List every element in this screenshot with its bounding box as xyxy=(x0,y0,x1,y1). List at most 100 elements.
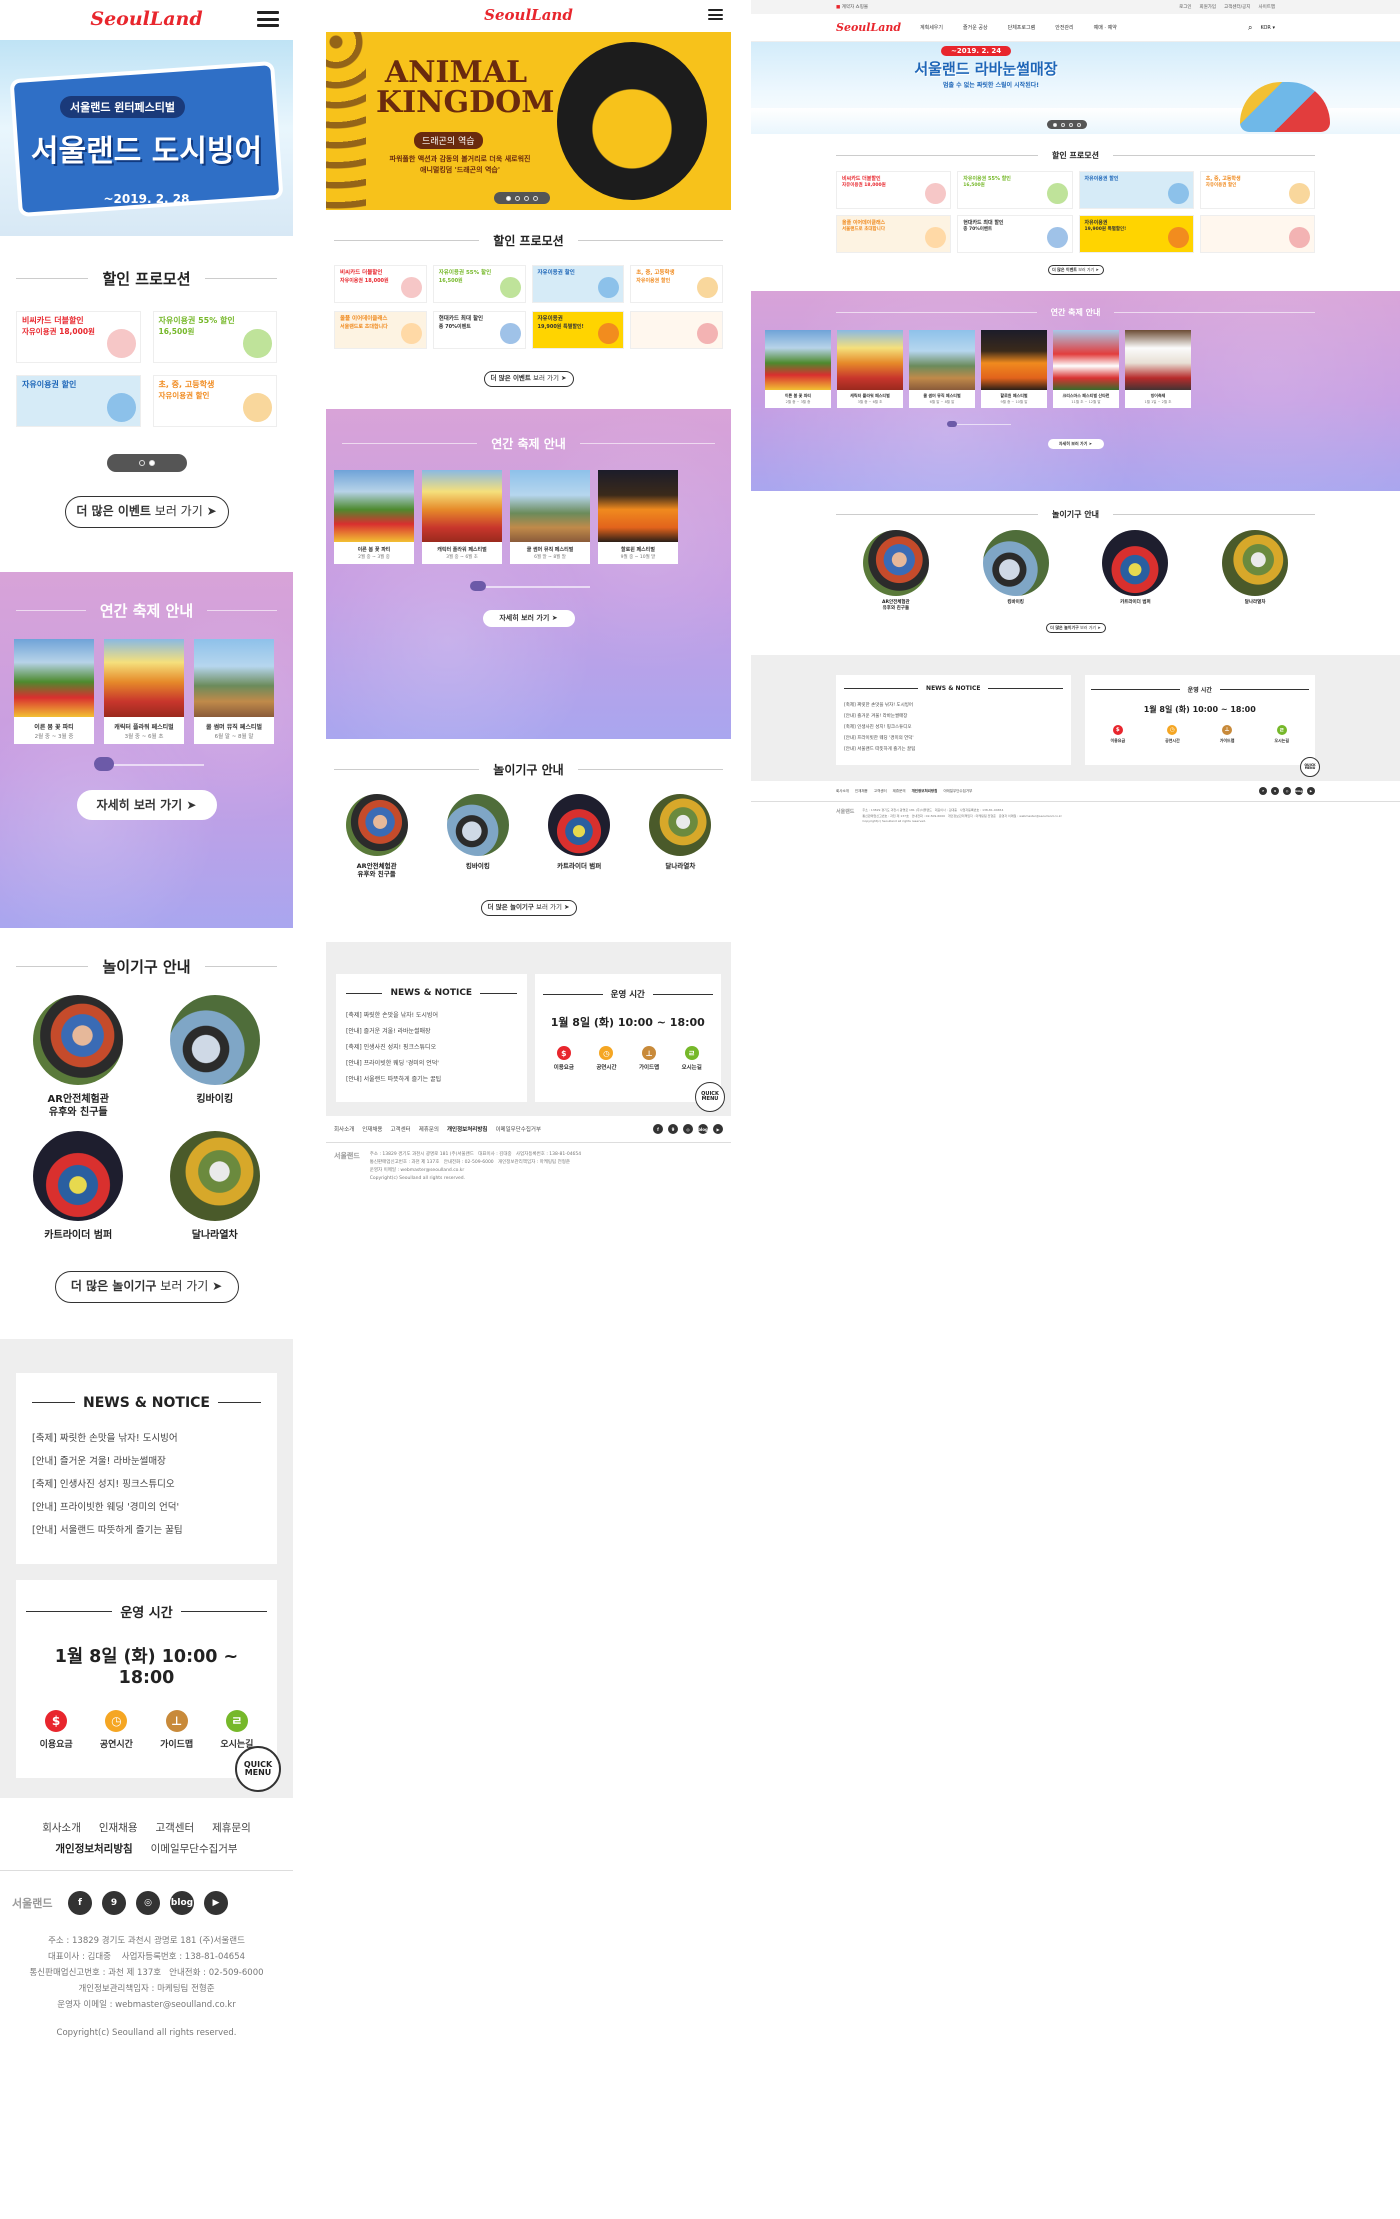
news-item[interactable]: [축제] 인생사진 성지! 핑크스튜디오 xyxy=(346,1040,517,1056)
menu-icon[interactable] xyxy=(257,11,279,27)
news-item[interactable]: [안내] 즐거운 겨울! 라바눈썰매장 xyxy=(346,1024,517,1040)
festival-detail-button[interactable]: 자세히 보러 가기 ➤ xyxy=(76,789,217,820)
ride-card[interactable]: 달나라열차 xyxy=(630,794,731,878)
more-events-button[interactable]: 더 많은 이벤트 보러 가기 ➤ xyxy=(64,496,229,528)
promo-card[interactable]: 비씨카드 더블할인 자유이용권 18,000원 xyxy=(16,311,141,363)
youtube-icon[interactable]: ▶ xyxy=(713,1124,723,1135)
promo-card[interactable]: 올플 이어데이클래스 서울랜드로 초대합니다 xyxy=(334,311,427,349)
search-icon[interactable]: ⌕ xyxy=(1248,23,1252,33)
footer-link[interactable]: 회사소개 xyxy=(334,1125,354,1133)
promo-card[interactable]: 비씨카드 더블할인 자유이용권 18,000원 xyxy=(334,265,427,303)
quick-menu-button[interactable]: QUICK MENU xyxy=(235,1745,281,1792)
footer-link[interactable]: 제휴문의 xyxy=(893,789,906,794)
hours-link[interactable]: $ 이용요금 xyxy=(554,1046,574,1071)
footer-link[interactable]: 이메일무단수집거부 xyxy=(495,1125,541,1133)
news-item[interactable]: [안내] 즐거운 겨울! 라바눈썰매장 xyxy=(844,711,1063,722)
promo-card[interactable]: 자유이용권 55% 할인 16,500원 xyxy=(432,265,526,303)
footer-link[interactable]: 회사소개 xyxy=(836,789,849,794)
footer-link[interactable]: 인재채용 xyxy=(99,1820,138,1835)
promo-pagination[interactable] xyxy=(106,454,187,472)
gnb-item[interactable]: 예매 · 예약 xyxy=(1094,24,1117,31)
footer-link[interactable]: 제휴문의 xyxy=(419,1125,439,1133)
ride-card[interactable]: 킹바이킹 xyxy=(956,530,1076,611)
kakaostory-icon[interactable]: 9 xyxy=(668,1124,678,1135)
instagram-icon[interactable]: ◎ xyxy=(1283,787,1291,796)
festival-detail-button[interactable]: 자세히 보러 가기 ➤ xyxy=(1047,439,1104,450)
festival-card[interactable]: 이른 봄 꽃 파티 2월 중 ~ 3월 중 xyxy=(14,639,94,744)
news-item[interactable]: [축제] 인생사진 성지! 핑크스튜디오 xyxy=(844,722,1063,733)
news-item[interactable]: [축제] 짜릿한 손맛을 낚자! 도시빙어 xyxy=(844,700,1063,711)
tablet-hero-banner[interactable]: ANIMAL KINGDOM 드래곤의 역습 파워풀한 액션과 감동의 볼거리로… xyxy=(326,32,731,210)
ride-card[interactable]: 달나라열차 xyxy=(1195,530,1315,611)
quick-menu-button[interactable]: QUICK MENU xyxy=(695,1082,725,1113)
ride-card[interactable]: AR안전체험관 유후와 친구들 xyxy=(836,530,956,611)
promo-card[interactable]: 초, 중, 고등학생 자유이용권 할인 xyxy=(152,375,277,427)
footer-link[interactable]: 인재채용 xyxy=(362,1125,382,1133)
promo-card[interactable] xyxy=(1199,215,1315,253)
menu-icon[interactable] xyxy=(708,9,723,20)
hours-link[interactable]: ◷ 공연시간 xyxy=(1165,725,1180,743)
more-rides-button[interactable]: 더 많은 놀이기구 보러 가기 ➤ xyxy=(480,900,577,917)
blog-icon[interactable]: blog xyxy=(1295,787,1303,796)
promo-card[interactable]: 자유이용권 55% 할인 16,500원 xyxy=(957,171,1073,209)
desktop-hero-banner[interactable]: ~2019. 2. 24 서울랜드 라바눈썰매장 멈출 수 없는 짜릿한 스릴이… xyxy=(751,42,1400,134)
site-logo[interactable]: SeoulLand xyxy=(326,0,731,30)
ride-card[interactable]: 킹바이킹 xyxy=(147,995,284,1119)
news-item[interactable]: [축제] 인생사진 성지! 핑크스튜디오 xyxy=(32,1473,261,1496)
footer-link[interactable]: 개인정보처리방침 xyxy=(447,1125,487,1133)
mobile-hero-banner[interactable]: 서울랜드 윈터페스티벌 서울랜드 도시빙어 ~2019. 2. 28 xyxy=(0,40,293,236)
top-link[interactable]: 회원가입 xyxy=(1200,4,1217,10)
hours-link[interactable]: ㄹ 오시는길 xyxy=(682,1046,702,1071)
footer-link[interactable]: 이메일무단수집거부 xyxy=(943,789,972,794)
top-link[interactable]: 고객센터/공지 xyxy=(1224,4,1250,10)
festival-detail-button[interactable]: 자세히 보러 가기 ➤ xyxy=(482,610,575,627)
more-events-button[interactable]: 더 많은 이벤트 보러 가기 ➤ xyxy=(1047,265,1104,275)
footer-link[interactable]: 고객센터 xyxy=(874,789,887,794)
festival-carousel[interactable]: 이른 봄 꽃 파티 2월 중 ~ 3월 중 캐릭터 플라워 페스티벌 3월 중 ~ 6… xyxy=(0,621,293,744)
hours-link[interactable]: ◷ 공연시간 xyxy=(100,1709,133,1750)
kakaostory-icon[interactable]: 9 xyxy=(1271,787,1279,796)
hours-link[interactable]: $ 이용요금 xyxy=(40,1709,73,1750)
news-item[interactable]: [축제] 짜릿한 손맛을 낚자! 도시빙어 xyxy=(346,1008,517,1024)
promo-card[interactable]: 비씨카드 더블할인 자유이용권 18,000원 xyxy=(836,171,952,209)
ride-card[interactable]: 카트라이더 범퍼 xyxy=(10,1131,147,1243)
promo-card[interactable]: 자유이용권 19,900원 특별할인! xyxy=(531,311,625,349)
ride-card[interactable]: 킹바이킹 xyxy=(427,794,528,878)
ride-card[interactable]: 카트라이더 범퍼 xyxy=(529,794,630,878)
gnb-item[interactable]: 즐거운 공상 xyxy=(963,24,988,31)
footer-link[interactable]: 인재채용 xyxy=(855,789,868,794)
youtube-icon[interactable]: ▶ xyxy=(204,1890,228,1915)
quick-menu-button[interactable]: QUICK MENU xyxy=(1300,757,1320,778)
hours-link[interactable]: ⊥ 가이드맵 xyxy=(639,1046,659,1071)
festival-card[interactable]: 이른 봄 꽃 파티 2월 중 ~ 3월 중 xyxy=(765,330,831,409)
facebook-icon[interactable]: f xyxy=(1259,787,1267,796)
footer-link[interactable]: 회사소개 xyxy=(42,1820,81,1835)
blog-icon[interactable]: blog xyxy=(170,1890,194,1915)
festival-card[interactable]: 크리스마스 페스티벌 산타런 11월 초 ~ 12월 말 xyxy=(1053,330,1119,409)
news-item[interactable]: [안내] 서울랜드 따뜻하게 즐기는 꿀팁 xyxy=(844,744,1063,755)
festival-pagination[interactable] xyxy=(470,581,486,591)
gnb-item[interactable]: 단체프로그램 xyxy=(1008,24,1036,31)
youtube-icon[interactable]: ▶ xyxy=(1307,787,1315,796)
festival-card[interactable]: 캐릭터 플라워 페스티벌 3월 중 ~ 6월 초 xyxy=(104,639,184,744)
festival-card[interactable]: 캐릭터 플라워 페스티벌 3월 중 ~ 6월 초 xyxy=(837,330,903,409)
promo-card[interactable] xyxy=(630,311,723,349)
kakaostory-icon[interactable]: 9 xyxy=(102,1890,126,1915)
news-item[interactable]: [안내] 즐거운 겨울! 라바눈썰매장 xyxy=(32,1450,261,1473)
promo-card[interactable]: 현대카드 최대 할인 종 70%이벤트 xyxy=(432,311,526,349)
news-item[interactable]: [축제] 짜릿한 손맛을 낚자! 도시빙어 xyxy=(32,1427,261,1450)
hero-pagination[interactable] xyxy=(1047,120,1087,129)
promo-card[interactable]: 자유이용권 할인 xyxy=(1078,171,1194,209)
festival-card[interactable]: 이른 봄 꽃 파티 2월 중 ~ 3월 중 xyxy=(334,470,414,564)
promo-card[interactable]: 초, 중, 고등학생 자유이용권 할인 xyxy=(1199,171,1315,209)
promo-card[interactable]: 초, 중, 고등학생 자유이용권 할인 xyxy=(630,265,723,303)
more-rides-button[interactable]: 더 많은 놀이기구 보러 가기 ➤ xyxy=(1045,623,1106,634)
news-item[interactable]: [안내] 프라이빗한 웨딩 '경미의 언덕' xyxy=(844,733,1063,744)
promo-card[interactable]: 현대카드 최대 할인 종 70%이벤트 xyxy=(957,215,1073,253)
hours-link[interactable]: ㄹ 오시는길 xyxy=(220,1709,253,1750)
festival-card[interactable]: 할로윈 페스티벌 9월 중 ~ 10월 말 xyxy=(598,470,678,564)
hours-link[interactable]: ⊥ 가이드맵 xyxy=(160,1709,193,1750)
ride-card[interactable]: AR안전체험관 유후와 친구들 xyxy=(326,794,427,878)
festival-card[interactable]: 쿨 썸머 뮤직 페스티벌 6월 말 ~ 8월 말 xyxy=(510,470,590,564)
festival-card[interactable]: 쿨 썸머 뮤직 페스티벌 6월 말 ~ 8월 말 xyxy=(194,639,274,744)
